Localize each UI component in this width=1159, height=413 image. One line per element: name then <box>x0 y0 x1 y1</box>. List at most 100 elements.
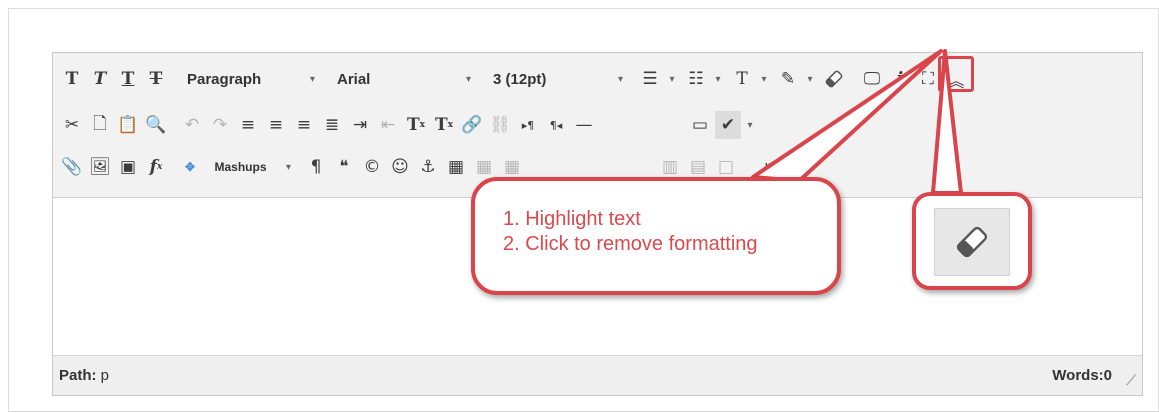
preview-button[interactable]: 🖵 <box>859 65 885 93</box>
spellcheck-icon: ✔ <box>720 115 736 135</box>
copy-button[interactable]: 🗋 <box>87 111 113 139</box>
mashups-label: Mashups <box>214 160 267 174</box>
align-left-button[interactable]: ≡ <box>235 111 261 139</box>
highlight-color-button[interactable]: ✎ <box>775 65 801 93</box>
spellcheck-button[interactable]: ✔ <box>715 111 741 139</box>
rtl-button[interactable]: ¶◂ <box>543 111 569 139</box>
words-value: 0 <box>1103 367 1112 384</box>
instruction-step-1: 1. Highlight text <box>503 208 641 230</box>
horizontal-line-button[interactable]: — <box>571 111 597 139</box>
words-label: Words: <box>1052 367 1104 384</box>
subscript-button[interactable]: Tx <box>431 111 457 139</box>
size-select[interactable]: 3 (12pt) ▾ <box>485 66 631 92</box>
preview-icon: 🖵 <box>863 69 881 89</box>
attach-icon: 📎 <box>61 157 83 177</box>
justify-button[interactable]: ≣ <box>319 111 345 139</box>
resize-handle-icon[interactable]: ⟋ <box>1126 372 1136 389</box>
bullet-list-button[interactable]: ☰ <box>637 65 663 93</box>
undo-icon: ↶ <box>184 115 200 135</box>
eraser-icon <box>956 226 988 258</box>
image-icon: 🖼 <box>89 157 111 177</box>
spellcheck-menu-icon[interactable]: ▾ <box>743 120 757 131</box>
align-center-button[interactable]: ≡ <box>263 111 289 139</box>
insert-media-button[interactable]: ▣ <box>115 153 141 181</box>
size-select-value: 3 (12pt) <box>493 70 547 88</box>
font-select[interactable]: Arial ▾ <box>329 66 479 92</box>
insert-table-button[interactable]: ▦ <box>443 153 469 181</box>
redo-button[interactable]: ↷ <box>207 111 233 139</box>
show-blocks-button[interactable]: ¶ <box>303 153 329 181</box>
attach-file-button[interactable]: 📎 <box>59 153 85 181</box>
align-right-button[interactable]: ≡ <box>291 111 317 139</box>
path-value[interactable]: p <box>101 367 109 384</box>
math-formula-button[interactable]: fx <box>143 153 169 181</box>
format-select-value: Paragraph <box>187 70 262 88</box>
zoomed-eraser-callout <box>912 192 1032 290</box>
media-icon: ▣ <box>119 157 137 177</box>
highlight-color-menu-icon[interactable]: ▾ <box>803 74 817 85</box>
table-icon: ▦ <box>447 157 465 177</box>
blockquote-button[interactable]: ❝ <box>331 153 357 181</box>
screenshot-frame: T T T T Paragraph ▾ Arial ▾ 3 (12pt) ▾ ☰ ▾ … <box>8 8 1159 412</box>
horizontal-line-icon: — <box>575 115 593 135</box>
insert-image-button[interactable]: 🖼 <box>87 153 113 181</box>
numbered-list-menu-icon[interactable]: ▾ <box>711 74 725 85</box>
undo-button[interactable]: ↶ <box>179 111 205 139</box>
scissors-icon: ✂ <box>64 115 80 135</box>
superscript-button[interactable]: Tx <box>403 111 429 139</box>
more-info-button[interactable]: i <box>887 65 913 93</box>
indent-icon: ⇥ <box>352 115 368 135</box>
text-color-button[interactable]: T <box>729 65 755 93</box>
bullet-list-menu-icon[interactable]: ▾ <box>665 74 679 85</box>
mashups-icon: ✥ <box>185 160 196 174</box>
ltr-button[interactable]: ▸¶ <box>515 111 541 139</box>
html-button[interactable]: HTML <box>765 162 789 173</box>
special-character-button[interactable]: © <box>359 153 385 181</box>
table-row-icon: ▤ <box>689 157 707 177</box>
superscript-mark: x <box>419 120 426 130</box>
table-col-icon: ▥ <box>661 157 679 177</box>
instruction-callout: 1. Highlight text 2. Click to remove for… <box>471 177 841 295</box>
path-indicator: Path: p <box>59 367 109 384</box>
box-icon: ▭ <box>691 115 709 135</box>
format-select[interactable]: Paragraph ▾ <box>179 66 323 92</box>
outdent-button[interactable]: ⇤ <box>375 111 401 139</box>
bold-button[interactable]: T <box>59 65 85 93</box>
emoticon-button[interactable]: ☺ <box>387 153 413 181</box>
editor-status-bar: Path: p Words:0 ⟋ <box>53 355 1142 395</box>
font-select-value: Arial <box>337 70 371 88</box>
italic-button[interactable]: T <box>87 65 113 93</box>
strikethrough-button[interactable]: T <box>143 65 169 93</box>
box-button[interactable]: ▭ <box>687 111 713 139</box>
table-props-icon: ▦ <box>475 157 493 177</box>
link-icon: 🔗 <box>461 115 483 135</box>
table-box-icon: □ <box>717 157 735 177</box>
numbered-list-button[interactable]: ☷ <box>683 65 709 93</box>
css-button[interactable]: CSS <box>795 162 813 173</box>
path-label: Path: <box>59 367 97 384</box>
subscript-mark: x <box>447 120 454 130</box>
paste-button[interactable]: 📋 <box>115 111 141 139</box>
superscript-label: T <box>406 115 420 135</box>
text-color-menu-icon[interactable]: ▾ <box>757 74 771 85</box>
remove-formatting-button[interactable] <box>821 65 847 93</box>
anchor-button[interactable]: ⚓ <box>415 153 441 181</box>
formula-sub: x <box>156 162 163 172</box>
unlink-button[interactable]: ⛓ <box>487 111 513 139</box>
mashups-select[interactable]: ✥ Mashups ▾ <box>179 154 297 180</box>
find-button[interactable]: 🔍 <box>143 111 169 139</box>
cut-button[interactable]: ✂ <box>59 111 85 139</box>
word-count: Words:0 <box>1052 367 1112 384</box>
underline-button[interactable]: T <box>115 65 141 93</box>
table-cell-icon: ▦ <box>503 157 521 177</box>
chevron-down-icon: ▾ <box>465 73 471 85</box>
numbered-list-icon: ☷ <box>688 69 704 89</box>
emoji-icon: ☺ <box>391 157 409 177</box>
insert-link-button[interactable]: 🔗 <box>459 111 485 139</box>
chevron-down-icon: ▾ <box>617 73 623 85</box>
redo-icon: ↷ <box>212 115 228 135</box>
indent-button[interactable]: ⇥ <box>347 111 373 139</box>
justify-icon: ≣ <box>324 115 340 135</box>
align-left-icon: ≡ <box>240 115 256 135</box>
bullet-list-icon: ☰ <box>642 69 658 89</box>
